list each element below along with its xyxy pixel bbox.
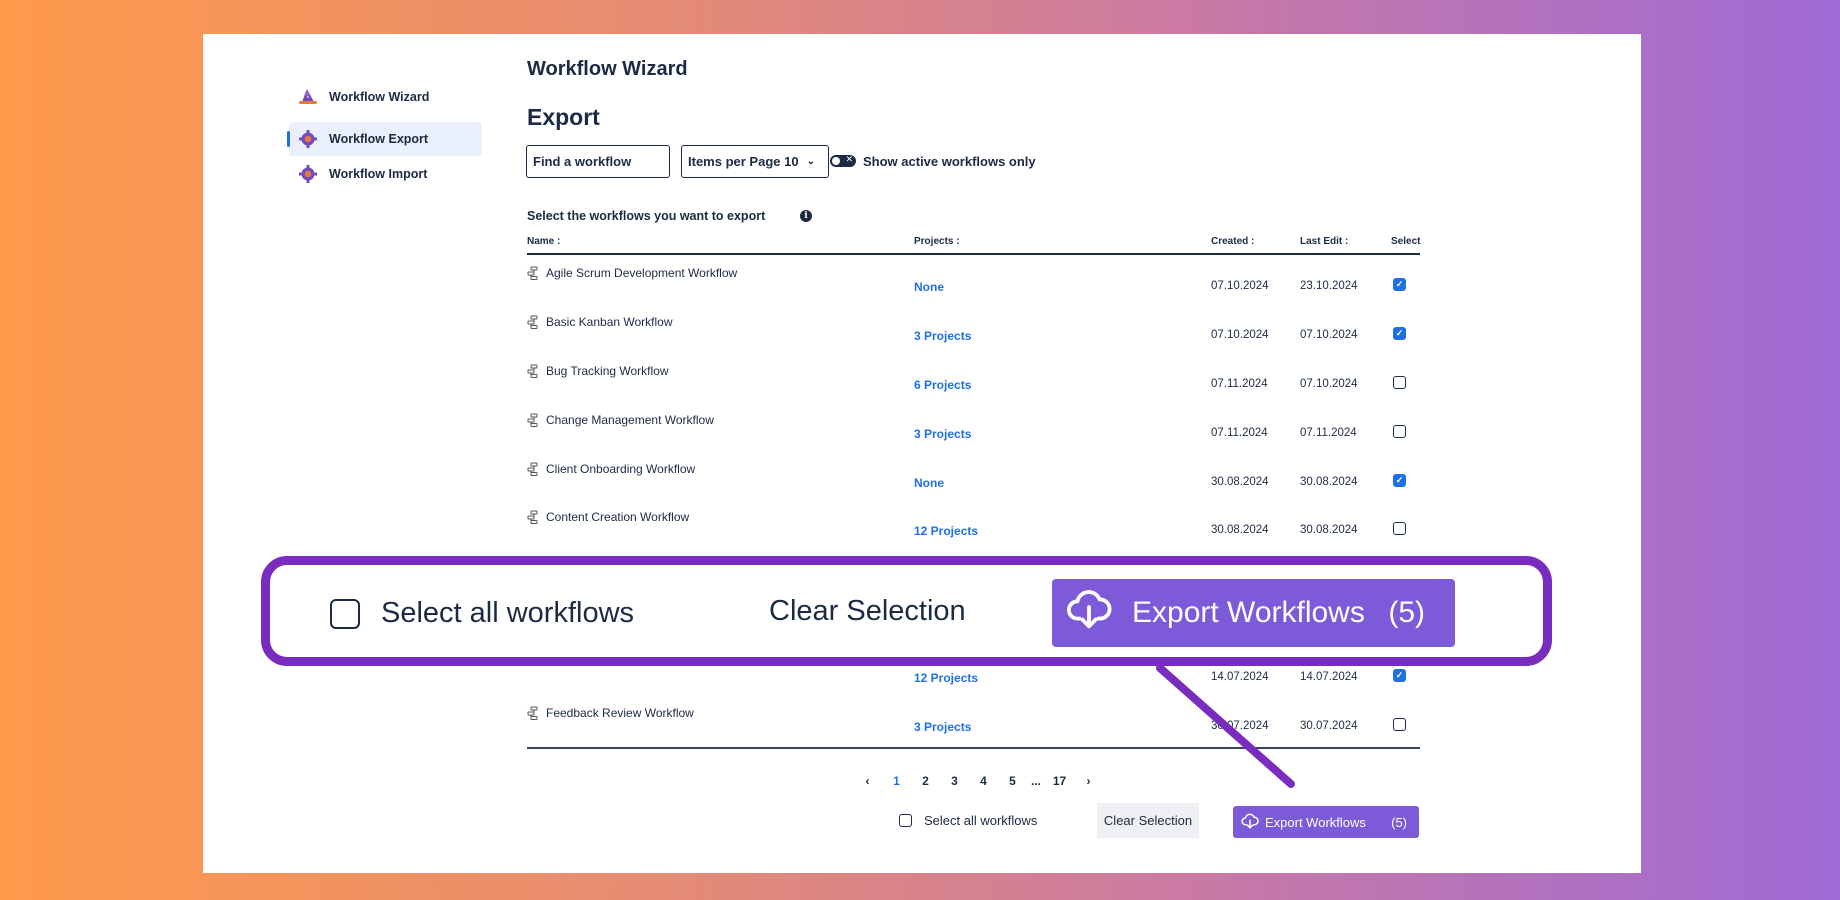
cloud-download-icon: [1066, 586, 1112, 640]
export-label-zoomed: Export Workflows: [1132, 596, 1365, 629]
clear-selection-button-zoomed[interactable]: Clear Selection: [769, 595, 966, 628]
select-all-checkbox-zoomed[interactable]: [330, 598, 360, 629]
select-all-label-zoomed: Select all workflows: [381, 597, 635, 629]
callout-pointer: [1156, 664, 1295, 788]
export-workflows-button-zoomed[interactable]: Export Workflows (5): [1052, 579, 1455, 647]
export-count-zoomed: (5): [1388, 596, 1425, 629]
select-all-control-zoomed[interactable]: Select all workflows: [330, 597, 634, 630]
